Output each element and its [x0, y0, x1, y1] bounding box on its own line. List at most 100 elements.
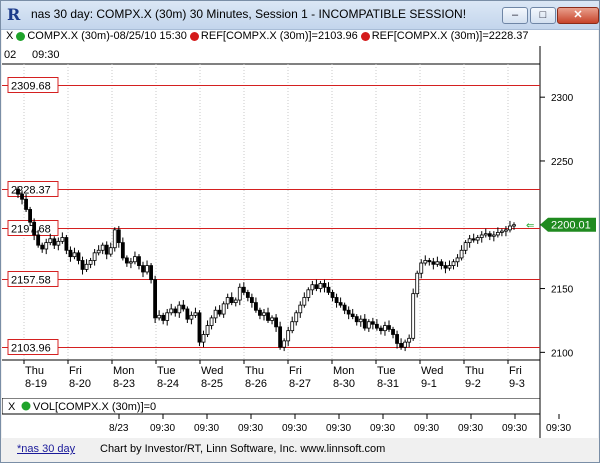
current-price-pointer-icon: ⇐: [526, 221, 534, 232]
candle-body: [463, 242, 468, 251]
series-color-icon: [16, 31, 26, 41]
candle-body: [137, 256, 141, 266]
candle-body: [80, 260, 85, 270]
candle-body: [213, 309, 218, 319]
volume-time-label: 09:30: [458, 423, 483, 434]
x-tick-label-date: 8-26: [245, 378, 267, 390]
x-tick-label-date: 8-19: [25, 378, 47, 390]
legend-ref2[interactable]: REF[COMPX.X (30m)]=2228.37: [372, 30, 529, 42]
candle-body: [370, 321, 375, 325]
legend-close-x[interactable]: X: [6, 30, 13, 42]
candle-body: [149, 265, 153, 281]
candle-body: [229, 297, 234, 303]
candle-body: [467, 238, 472, 244]
candle-body: [177, 304, 182, 314]
candle-body: [374, 323, 379, 329]
candle-body: [439, 261, 444, 266]
candle-body: [133, 256, 137, 263]
candle-body: [403, 341, 408, 348]
candle-body: [76, 252, 81, 261]
candlestick-series: ⇐: [16, 186, 534, 352]
candle-body: [84, 263, 89, 270]
candle-body: [241, 286, 246, 293]
candle-body: [286, 330, 291, 342]
candle-body: [399, 343, 403, 348]
close-button[interactable]: ✕: [557, 7, 599, 24]
candle-body: [415, 272, 420, 295]
candle-body: [270, 317, 274, 321]
volume-panel[interactable]: X VOL[COMPX.X (30m)]=0 8/23 09:30 09:30 09:…: [1, 397, 598, 438]
candle-body: [334, 297, 339, 303]
x-tick-label-date: 9-2: [465, 378, 481, 390]
x-tick-label-dow: Fri: [509, 365, 522, 377]
candle-body: [129, 261, 133, 264]
candle-body: [157, 314, 162, 319]
volume-time-label: 09:30: [326, 423, 351, 434]
volume-chart[interactable]: X VOL[COMPX.X (30m)]=0 8/23 09:30 09:30 09:…: [1, 397, 598, 438]
top-left-time-label: 02: [4, 49, 16, 61]
volume-time-label: 09:30: [414, 423, 439, 434]
volume-time-label: 8/23: [109, 423, 129, 434]
chart-window: R nas 30 day: COMPX.X (30m) 30 Minutes, …: [0, 0, 600, 463]
candle-body: [145, 265, 149, 273]
candle-body: [487, 233, 492, 237]
x-tick-label-dow: Fri: [69, 365, 82, 377]
x-tick-label-dow: Thu: [245, 365, 264, 377]
candle-body: [44, 242, 49, 250]
candle-body: [189, 314, 194, 320]
x-tick-label-date: 9-1: [421, 378, 437, 390]
volume-close-x[interactable]: X: [8, 401, 16, 413]
candle-body: [64, 237, 69, 251]
price-chart[interactable]: 02 09:30 2309.682228.372197.682157.58210…: [2, 46, 598, 398]
candle-body: [491, 234, 496, 237]
candle-body: [245, 291, 250, 298]
price-panel[interactable]: 02 09:30 2309.68 2228.37 2197.68 2157.58 210…: [2, 46, 598, 398]
candle-body: [443, 265, 448, 269]
candle-body: [108, 247, 113, 255]
x-tick-label-dow: Thu: [465, 365, 484, 377]
status-bar: *nas 30 day Chart by Investor/RT, Linn S…: [2, 439, 598, 462]
x-tick-label-date: 8-20: [69, 378, 91, 390]
y-tick-label: 2250: [551, 157, 574, 168]
x-tick-label-dow: Mon: [113, 365, 134, 377]
candle-body: [508, 225, 512, 231]
candle-body: [258, 309, 262, 316]
candle-body: [504, 229, 508, 232]
candle-body: [165, 312, 170, 321]
x-tick-label-dow: Mon: [333, 365, 354, 377]
x-tick-label-dow: Tue: [157, 365, 176, 377]
candle-body: [354, 316, 359, 323]
candle-body: [193, 312, 198, 316]
candle-body: [451, 261, 456, 266]
candle-body: [88, 260, 93, 265]
credit-text: Chart by Investor/RT, Linn Software, Inc…: [100, 443, 386, 455]
reference-label: 2103.96: [11, 343, 51, 355]
candle-body: [249, 297, 254, 303]
candle-body: [68, 249, 73, 258]
candle-body: [221, 303, 226, 315]
candle-body: [96, 249, 101, 254]
legend-series[interactable]: COMPX.X (30m)-08/25/10 15:30: [27, 30, 187, 42]
candle-body: [225, 297, 230, 305]
candle-body: [483, 233, 488, 236]
candle-body: [366, 321, 371, 329]
volume-legend-label[interactable]: VOL[COMPX.X (30m)]=0: [33, 401, 156, 413]
candle-body: [479, 234, 484, 238]
candle-body: [383, 325, 387, 332]
ref-color-icon: [189, 31, 199, 41]
legend-ref1[interactable]: REF[COMPX.X (30m)]=2103.96: [201, 30, 358, 42]
minimize-button[interactable]: –: [502, 7, 528, 24]
candle-body: [266, 312, 270, 321]
volume-time-label: 09:30: [194, 423, 219, 434]
candle-body: [423, 260, 428, 264]
investor-rt-logo-icon: R: [7, 5, 21, 24]
candle-body: [48, 238, 53, 244]
candle-body: [16, 188, 20, 195]
maximize-button[interactable]: □: [530, 7, 556, 24]
x-tick-label-dow: Thu: [25, 365, 44, 377]
reference-label: 2197.68: [11, 224, 51, 236]
candle-body: [124, 257, 129, 264]
candle-body: [141, 265, 145, 273]
x-tick-label-date: 8-23: [113, 378, 135, 390]
chart-page-tab[interactable]: *nas 30 day: [17, 443, 75, 455]
